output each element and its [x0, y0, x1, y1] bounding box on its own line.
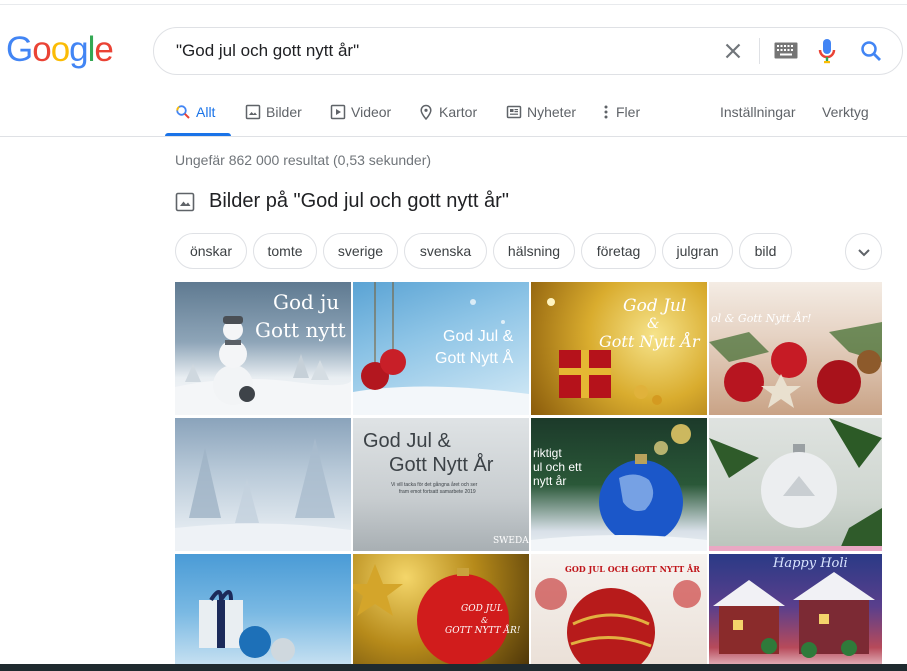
chip-bild[interactable]: bild	[739, 233, 792, 269]
tab-fler[interactable]: Fler	[601, 100, 640, 136]
search-box[interactable]: "God jul och gott nytt år"	[153, 27, 903, 75]
image-thumb-gift-gold[interactable]: God Jul & Gott Nytt År	[531, 282, 707, 415]
tab-videor[interactable]: Videor	[330, 100, 391, 136]
chevron-down-icon	[857, 248, 870, 256]
tab-label: Bilder	[266, 104, 302, 120]
thumb-caption: &	[647, 316, 660, 332]
chip-svenska[interactable]: svenska	[404, 233, 487, 269]
thumb-caption: Vi vill tacka för det gångna året och se…	[391, 482, 478, 488]
image-thumb-red-gold-ornament[interactable]: GOD JUL OCH GOTT NYTT ÅR	[531, 554, 707, 671]
image-thumb-winter-forest[interactable]	[175, 418, 351, 551]
tab-label: Nyheter	[527, 104, 577, 120]
thumb-caption: Gott Nytt Å	[435, 350, 514, 367]
image-thumb-blue-globe[interactable]: riktigt ul och ett nytt år	[531, 418, 707, 551]
white-ornament-illustration	[709, 418, 882, 551]
search-icon	[176, 105, 190, 119]
search-icon[interactable]	[859, 39, 883, 63]
tab-allt[interactable]: Allt	[175, 100, 215, 136]
image-grid: God ju Gott nytt God Jul & Gott Nytt Å G…	[175, 282, 882, 671]
thumb-caption: SWEDA	[493, 536, 529, 546]
gift-blue-illustration	[199, 590, 295, 662]
thumb-caption: Gott Nytt År	[599, 332, 700, 351]
image-thumb-ornaments-star[interactable]: ol & Gott Nytt År!	[709, 282, 882, 415]
chip-halsning[interactable]: hälsning	[493, 233, 575, 269]
chip-sverige[interactable]: sverige	[323, 233, 398, 269]
image-icon	[175, 192, 195, 211]
expand-chips-button[interactable]	[845, 233, 882, 270]
map-pin-icon	[420, 104, 432, 120]
image-thumb-white-ornament[interactable]	[709, 418, 882, 551]
tab-label: Videor	[351, 104, 392, 120]
thumb-caption: Gott Nytt År	[389, 454, 494, 476]
search-tabs: Allt Bilder Videor Kartor Nyheter Fler I…	[0, 100, 907, 138]
images-section-title: Bilder på "God jul och gott nytt år"	[209, 190, 509, 212]
thumb-caption: nytt år	[533, 474, 567, 488]
search-input[interactable]: "God jul och gott nytt år"	[176, 41, 359, 61]
image-thumb-red-ball-gold[interactable]: GOD JUL & GOTT NYTT ÅR!	[353, 554, 529, 671]
logo-letter: g	[69, 30, 88, 69]
result-stats: Ungefär 862 000 resultat (0,53 sekunder)	[175, 152, 432, 168]
image-thumb-gift-blue[interactable]	[175, 554, 351, 671]
play-icon	[330, 104, 346, 120]
ornaments-illustration	[353, 282, 529, 415]
tab-label: Allt	[196, 104, 216, 120]
thumb-caption: &	[481, 616, 489, 625]
logo-letter: o	[32, 30, 51, 69]
thumb-caption: Gott nytt	[255, 318, 346, 342]
tab-label: Fler	[616, 104, 641, 120]
image-thumb-ornaments-blue[interactable]: God Jul & Gott Nytt Å	[353, 282, 529, 415]
logo-letter: G	[6, 30, 33, 69]
thumb-caption: GOD JUL OCH GOTT NYTT ÅR	[565, 564, 700, 574]
os-taskbar	[0, 664, 907, 671]
tools-link[interactable]: Verktyg	[822, 100, 869, 136]
thumb-caption: ol & Gott Nytt År!	[711, 312, 812, 325]
chip-foretag[interactable]: företag	[581, 233, 656, 269]
thumb-caption: fram emot fortsatt samarbete 2019	[399, 489, 476, 495]
logo-letter: l	[87, 30, 96, 69]
ornaments-star-illustration	[709, 322, 882, 408]
holiday-village-illustration	[713, 572, 875, 658]
thumb-caption: God ju	[273, 290, 340, 314]
tab-bilder[interactable]: Bilder	[245, 100, 302, 136]
image-thumb-sweda-card[interactable]: God Jul & Gott Nytt År Vi vill tacka för…	[353, 418, 529, 551]
settings-link[interactable]: Inställningar	[720, 100, 796, 136]
logo-letter: e	[94, 30, 113, 69]
image-thumb-happy-holidays[interactable]: Happy Holi	[709, 554, 882, 671]
thumb-caption: GOD JUL	[461, 604, 503, 614]
thumb-caption: God Jul &	[443, 328, 514, 345]
thumb-caption: Happy Holi	[773, 556, 848, 571]
logo-letter: o	[50, 30, 70, 69]
tab-nyheter[interactable]: Nyheter	[506, 100, 576, 136]
chip-julgran[interactable]: julgran	[662, 233, 733, 269]
google-logo[interactable]: Google	[6, 30, 114, 70]
thumb-caption: GOTT NYTT ÅR!	[445, 626, 521, 636]
news-icon	[506, 105, 522, 119]
tab-kartor[interactable]: Kartor	[418, 100, 477, 136]
close-icon[interactable]	[720, 38, 746, 64]
tab-label: Kartor	[439, 104, 478, 120]
chip-onskar[interactable]: önskar	[175, 233, 247, 269]
thumb-caption: God Jul	[623, 296, 687, 316]
image-thumb-snowman[interactable]: God ju Gott nytt	[175, 282, 351, 415]
more-vert-icon	[604, 105, 608, 119]
winter-forest-illustration	[175, 438, 351, 551]
thumb-caption: riktigt	[533, 446, 562, 460]
keyboard-icon[interactable]	[774, 42, 798, 59]
search-divider	[759, 38, 760, 64]
thumb-caption: God Jul &	[363, 430, 451, 452]
images-section-header[interactable]: Bilder på "God jul och gott nytt år"	[175, 190, 509, 213]
mic-icon[interactable]	[817, 37, 837, 65]
tabs-divider	[0, 136, 907, 137]
chip-tomte[interactable]: tomte	[253, 233, 317, 269]
thumb-caption: ul och ett	[533, 460, 582, 474]
top-divider	[0, 4, 907, 5]
image-icon	[245, 104, 261, 120]
